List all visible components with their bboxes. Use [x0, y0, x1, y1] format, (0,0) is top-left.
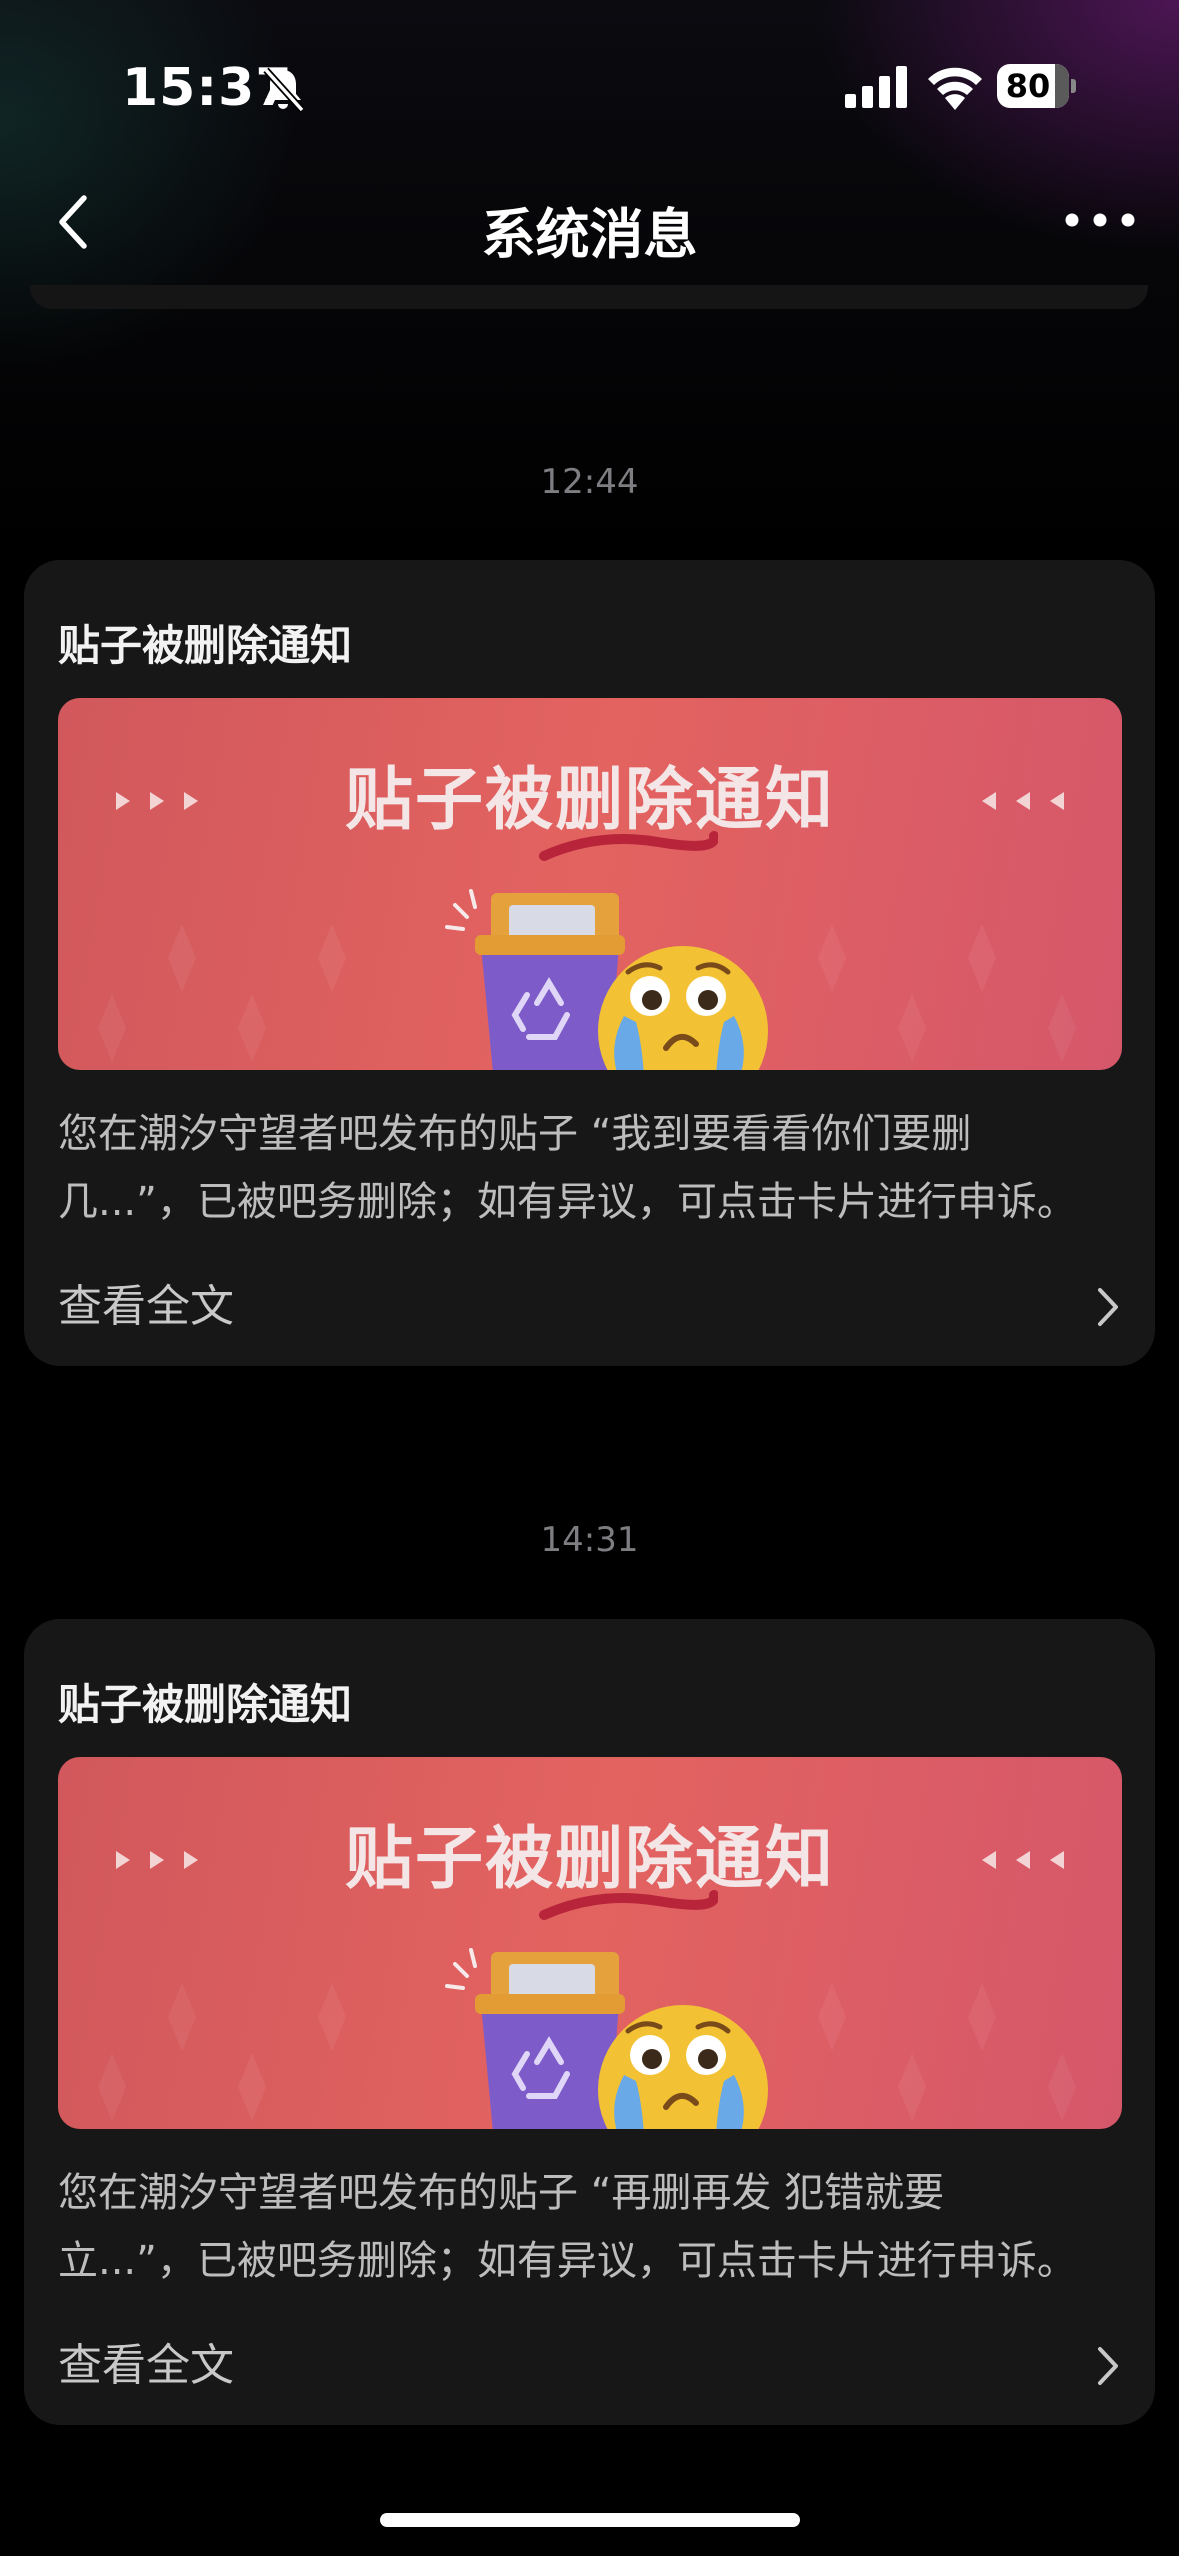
view-full-text-link[interactable]: 查看全文 [58, 1272, 1122, 1342]
view-full-text-link[interactable]: 查看全文 [58, 2331, 1122, 2401]
message-body-line: 您在潮汐守望者吧发布的贴子 “我到要看看你们要删 [58, 1111, 972, 1157]
chevron-right-icon [1098, 1288, 1118, 1326]
message-title: 贴子被删除通知 [58, 621, 353, 670]
previous-card-edge [30, 285, 1148, 309]
message-banner[interactable]: 贴子被删除通知 [58, 698, 1122, 1070]
banner-underline-swoosh [539, 831, 718, 861]
message-title: 贴子被删除通知 [58, 1680, 353, 1729]
view-full-text-label: 查看全文 [58, 2340, 234, 2391]
bell-off-icon [263, 67, 305, 113]
wifi-icon [928, 67, 982, 110]
page-title: 系统消息 [481, 203, 698, 266]
battery-cap [1071, 79, 1076, 93]
message-timestamp: 14:31 [540, 1520, 639, 1560]
cellular-signal-icon [845, 66, 907, 108]
banner-underline-swoosh [539, 1890, 718, 1920]
chevron-right-icon [1098, 2347, 1118, 2385]
message-body: 您在潮汐守望者吧发布的贴子 “再删再发 犯错就要 立...”，已被吧务删除；如有… [58, 2159, 1138, 2295]
battery-icon: 80 [997, 64, 1077, 110]
message-card[interactable]: 贴子被删除通知 贴子被删除通知 [24, 560, 1155, 1366]
message-body-line: 您在潮汐守望者吧发布的贴子 “再删再发 犯错就要 [58, 2170, 945, 2216]
message-body-line: 立...”，已被吧务删除；如有异议，可点击卡片进行申诉。 [58, 2238, 1077, 2284]
message-body-line: 几...”，已被吧务删除；如有异议，可点击卡片进行申诉。 [58, 1179, 1077, 1225]
message-banner[interactable]: 贴子被删除通知 [58, 1757, 1122, 2129]
home-indicator[interactable] [380, 2513, 800, 2527]
message-body: 您在潮汐守望者吧发布的贴子 “我到要看看你们要删 几...”，已被吧务删除；如有… [58, 1100, 1138, 1236]
crying-face-emoji-icon [598, 2005, 768, 2129]
message-timestamp: 12:44 [540, 462, 639, 502]
message-card[interactable]: 贴子被删除通知 贴子被删除通知 [24, 1619, 1155, 2425]
crying-face-emoji-icon [598, 946, 768, 1070]
battery-percent: 80 [1005, 67, 1051, 105]
more-dots-icon[interactable] [1060, 200, 1140, 240]
view-full-text-label: 查看全文 [58, 1281, 234, 1332]
